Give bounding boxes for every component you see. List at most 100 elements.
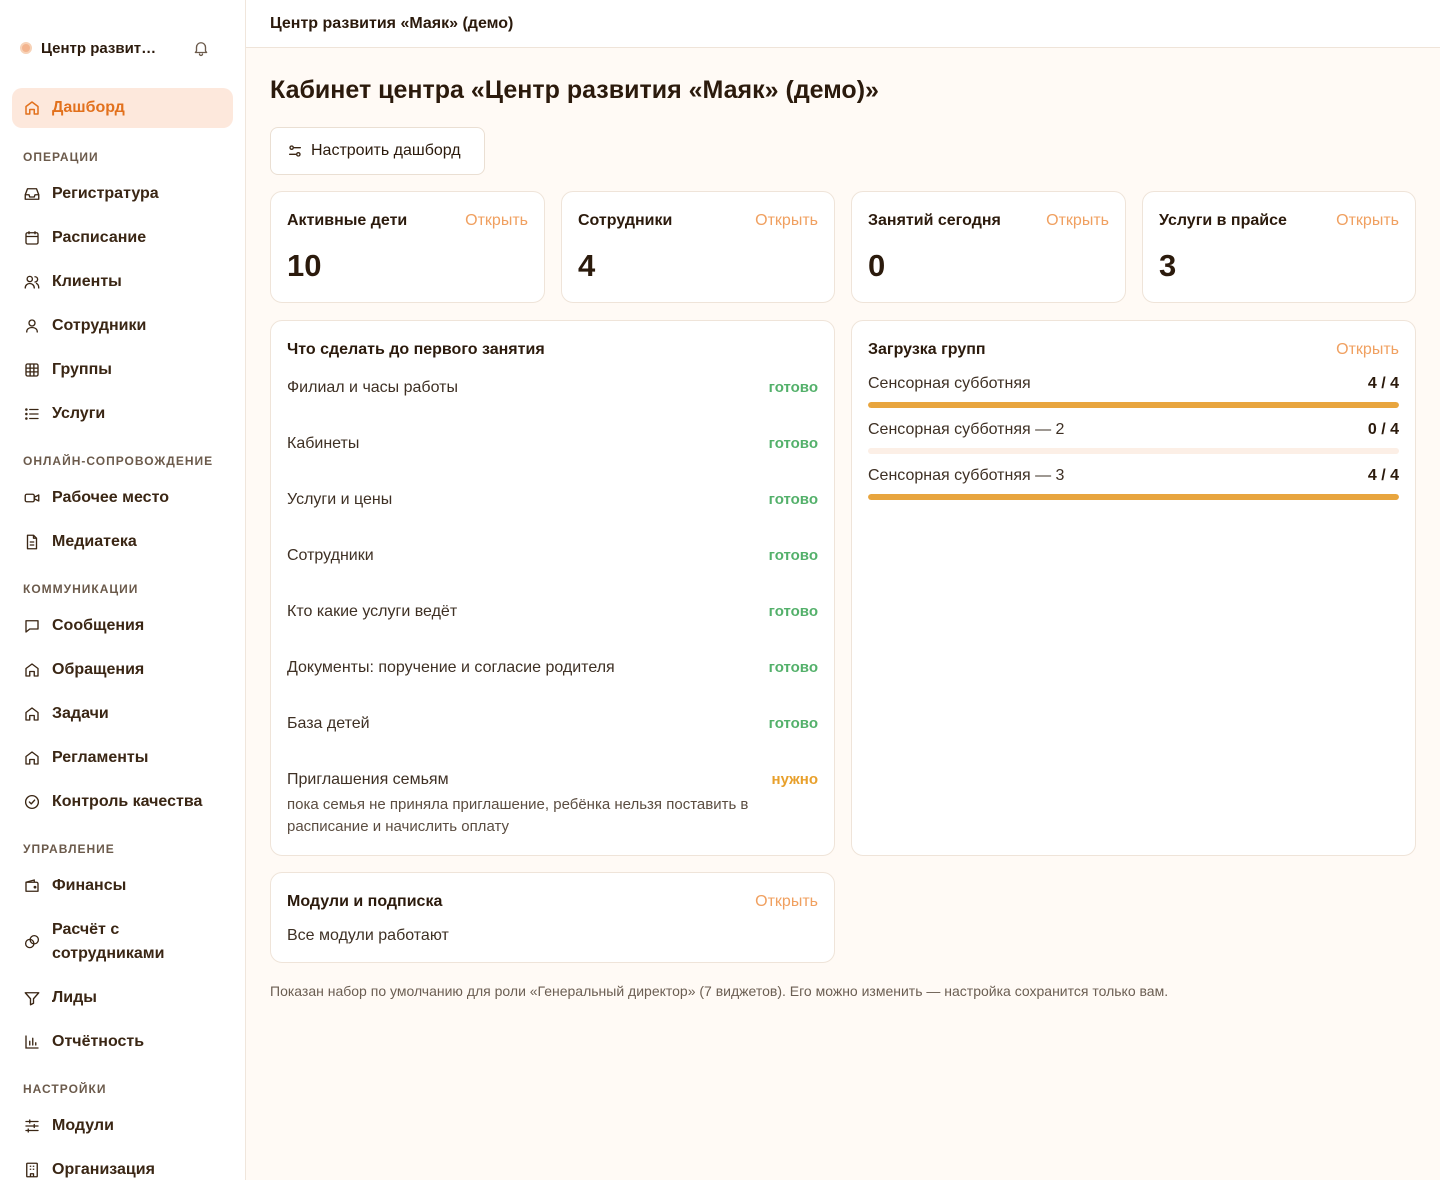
- home-icon: [23, 749, 41, 767]
- sidebar-item-label: Контроль качества: [52, 793, 203, 810]
- sidebar-item-label: Задачи: [52, 705, 109, 722]
- group-name: Сенсорная субботняя: [868, 375, 1031, 392]
- sidebar-item-label: Услуги: [52, 405, 106, 422]
- sidebar-item-dashboard[interactable]: Дашборд: [12, 88, 233, 128]
- todo-item[interactable]: Сотрудники готово: [287, 547, 818, 565]
- group-name: Сенсорная субботняя — 3: [868, 467, 1065, 484]
- todo-label: Кто какие услуги ведёт: [287, 603, 458, 620]
- todo-status: готово: [768, 379, 818, 396]
- group-row[interactable]: Сенсорная субботняя 4 / 4: [868, 375, 1399, 408]
- sidebar-item-label: Сообщения: [52, 617, 145, 634]
- sidebar-item-modules[interactable]: Модули: [12, 1106, 233, 1146]
- todo-label: Услуги и цены: [287, 491, 393, 508]
- todo-label: Документы: поручение и согласие родителя: [287, 659, 615, 676]
- todo-label: Кабинеты: [287, 435, 360, 452]
- message-icon: [23, 617, 41, 635]
- sidebar-item-groups[interactable]: Группы: [12, 350, 233, 390]
- todo-item[interactable]: Документы: поручение и согласие родителя…: [287, 659, 818, 677]
- brand[interactable]: Центр развит…: [20, 36, 220, 60]
- stat-card-lessons-today: Занятий сегодня Открыть 0: [851, 191, 1126, 303]
- group-name: Сенсорная субботняя — 2: [868, 421, 1065, 438]
- sidebar-item-leads[interactable]: Лиды: [12, 978, 233, 1018]
- open-link[interactable]: Открыть: [1336, 212, 1399, 230]
- sidebar-item-organization[interactable]: Организация: [12, 1150, 233, 1180]
- todo-item[interactable]: База детей готово: [287, 715, 818, 733]
- sidebar-item-label: Рабочее место: [52, 489, 169, 506]
- topbar-title: Центр развития «Маяк» (демо): [270, 14, 514, 32]
- open-link[interactable]: Открыть: [755, 893, 818, 911]
- sidebar-item-label: Регламенты: [52, 749, 149, 766]
- sidebar-item-appeals[interactable]: Обращения: [12, 650, 233, 690]
- group-count: 4 / 4: [1367, 375, 1399, 392]
- users-icon: [23, 273, 41, 291]
- todo-status: готово: [768, 547, 818, 564]
- open-link[interactable]: Открыть: [465, 212, 528, 230]
- sidebar-item-label: Группы: [52, 361, 112, 378]
- bell-icon[interactable]: [192, 39, 210, 57]
- todo-item[interactable]: Приглашения семьям нужно: [287, 771, 818, 789]
- todo-item[interactable]: Услуги и цены готово: [287, 491, 818, 509]
- sidebar-item-media[interactable]: Медиатека: [12, 522, 233, 562]
- customize-dashboard-button[interactable]: Настроить дашборд: [270, 127, 485, 175]
- calendar-icon: [23, 229, 41, 247]
- todo-label: Филиал и часы работы: [287, 379, 458, 396]
- todo-item[interactable]: Кто какие услуги ведёт готово: [287, 603, 818, 621]
- group-load-fill: [868, 494, 1399, 500]
- sliders-icon: [23, 1117, 41, 1135]
- group-count: 4 / 4: [1367, 467, 1399, 484]
- todo-item[interactable]: Кабинеты готово: [287, 435, 818, 453]
- sidebar-item-label: Регистратура: [52, 185, 159, 202]
- sidebar-item-tasks[interactable]: Задачи: [12, 694, 233, 734]
- todo-status: готово: [768, 435, 818, 452]
- todo-status: готово: [768, 603, 818, 620]
- sidebar-item-schedule[interactable]: Расписание: [12, 218, 233, 258]
- todo-title: Что сделать до первого занятия: [287, 341, 545, 358]
- stat-card-staff: Сотрудники Открыть 4: [561, 191, 835, 303]
- stat-value: 0: [868, 248, 886, 283]
- user-icon: [23, 317, 41, 335]
- main-content: Центр развития «Маяк» (демо) Кабинет цен…: [246, 0, 1440, 1180]
- brand-logo: [20, 42, 32, 54]
- sidebar-item-label: Лиды: [52, 989, 97, 1006]
- sidebar-item-regulations[interactable]: Регламенты: [12, 738, 233, 778]
- sidebar-item-reports[interactable]: Отчётность: [12, 1022, 233, 1062]
- stat-title: Занятий сегодня: [868, 212, 1001, 229]
- sidebar-item-label: Отчётность: [52, 1033, 145, 1050]
- stat-value: 4: [578, 248, 596, 283]
- sidebar-item-label: Модули: [52, 1117, 114, 1134]
- footnote: Показан набор по умолчанию для роли «Ген…: [270, 983, 1169, 999]
- sidebar-item-staff[interactable]: Сотрудники: [12, 306, 233, 346]
- sidebar-item-messages[interactable]: Сообщения: [12, 606, 233, 646]
- group-row[interactable]: Сенсорная субботняя — 2 0 / 4: [868, 421, 1399, 454]
- sidebar-item-label: Расписание: [52, 229, 147, 246]
- sidebar-item-workplace[interactable]: Рабочее место: [12, 478, 233, 518]
- stat-value: 10: [287, 248, 322, 283]
- sidebar-item-clients[interactable]: Клиенты: [12, 262, 233, 302]
- sidebar-item-reception[interactable]: Регистратура: [12, 174, 233, 214]
- sidebar-item-label: Дашборд: [52, 99, 125, 116]
- grid-icon: [23, 361, 41, 379]
- open-link[interactable]: Открыть: [1336, 341, 1399, 359]
- modules-status: Все модули работают: [287, 927, 449, 944]
- sidebar-item-finance[interactable]: Финансы: [12, 866, 233, 906]
- check-circle-icon: [23, 793, 41, 811]
- sidebar-item-payroll[interactable]: Расчёт с сотрудниками: [12, 914, 233, 970]
- sidebar-item-label: Расчёт с сотрудниками: [52, 921, 165, 962]
- todo-item[interactable]: Филиал и часы работы готово: [287, 379, 818, 397]
- group-load-fill: [868, 402, 1399, 408]
- todo-status: готово: [768, 715, 818, 732]
- sliders-icon: [287, 143, 303, 159]
- stat-title: Услуги в прайсе: [1159, 212, 1287, 229]
- sidebar-item-quality[interactable]: Контроль качества: [12, 782, 233, 822]
- open-link[interactable]: Открыть: [755, 212, 818, 230]
- filter-icon: [23, 989, 41, 1007]
- video-icon: [23, 489, 41, 507]
- sidebar-item-services[interactable]: Услуги: [12, 394, 233, 434]
- todo-status: готово: [768, 659, 818, 676]
- sidebar-item-label: Сотрудники: [52, 317, 147, 334]
- groups-title: Загрузка групп: [868, 341, 986, 358]
- todo-hint: пока семья не приняла приглашение, ребён…: [287, 796, 749, 835]
- group-row[interactable]: Сенсорная субботняя — 3 4 / 4: [868, 467, 1399, 500]
- open-link[interactable]: Открыть: [1046, 212, 1109, 230]
- customize-label: Настроить дашборд: [311, 142, 461, 159]
